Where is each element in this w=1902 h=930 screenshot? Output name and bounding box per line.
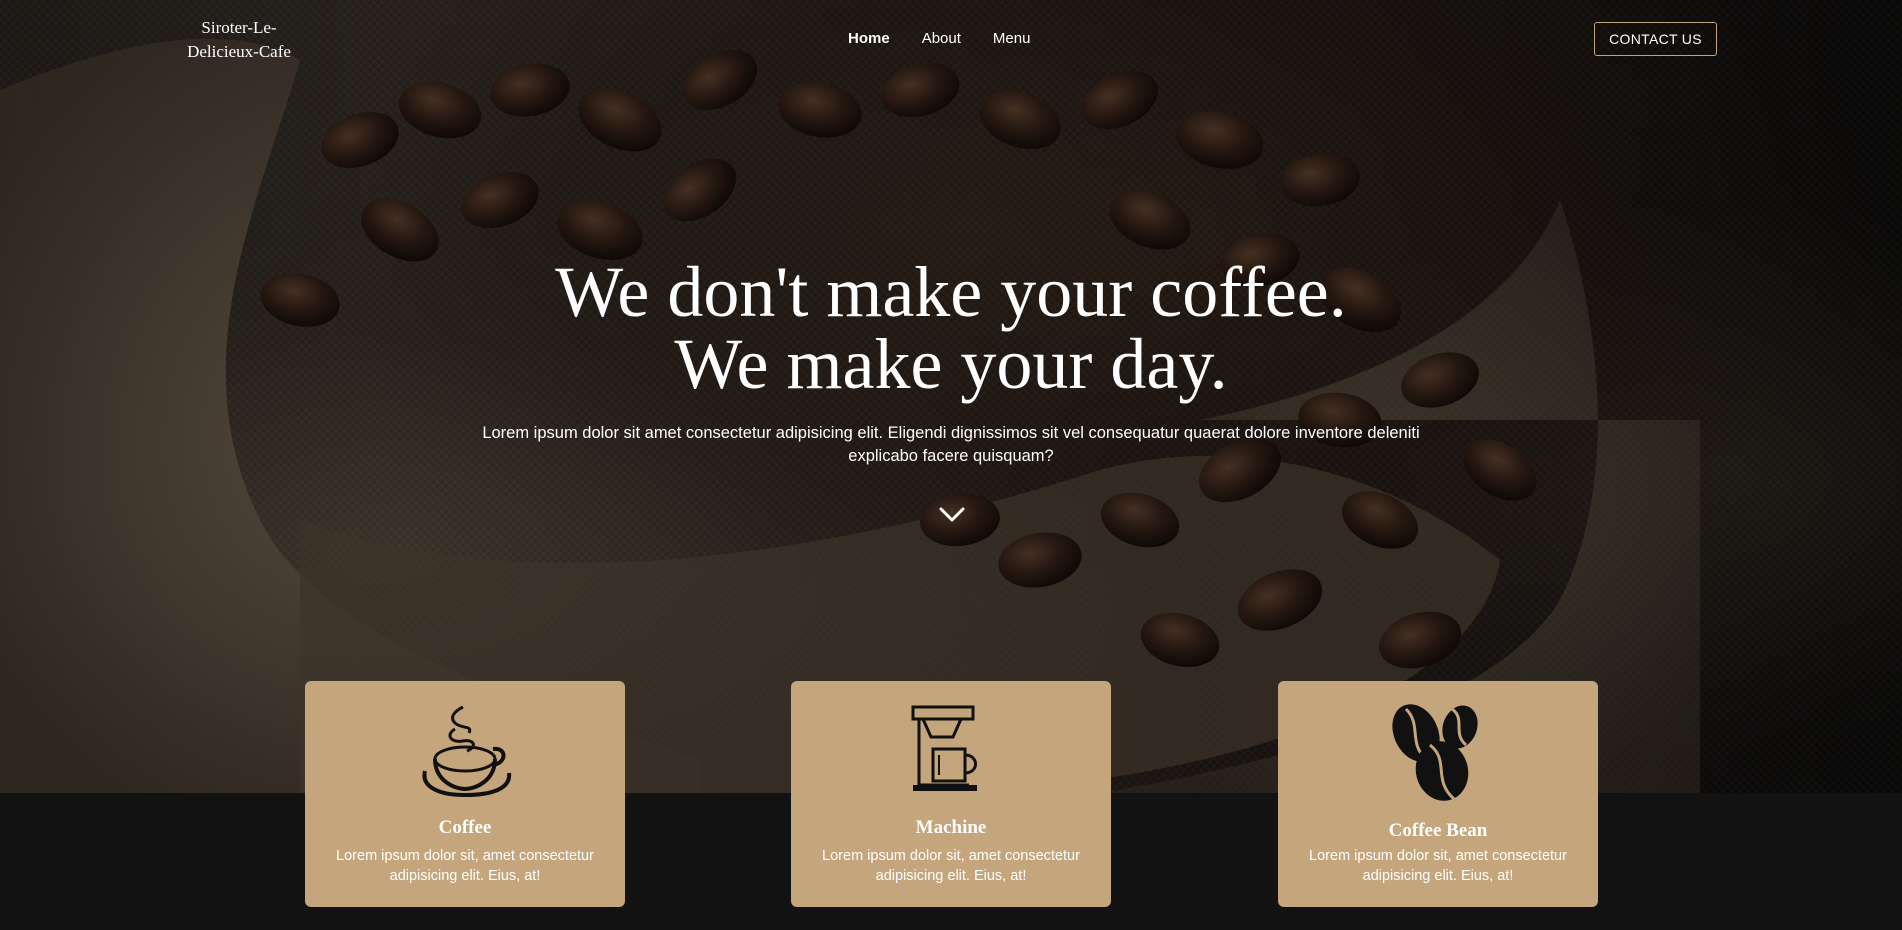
card-description: Lorem ipsum dolor sit, amet consectetur … [1309,848,1567,884]
card-description: Lorem ipsum dolor sit, amet consectetur … [336,848,594,884]
nav-about-link[interactable]: About [922,30,961,47]
hero-headline-line2: We make your day. [674,324,1228,404]
feature-card-machine[interactable]: Machine Lorem ipsum dolor sit, amet cons… [791,681,1111,907]
feature-card-coffee-bean[interactable]: Coffee Bean Lorem ipsum dolor sit, amet … [1278,681,1598,907]
card-title: Machine [915,817,987,838]
nav-home-link[interactable]: Home [848,30,890,47]
chevron-down-icon[interactable] [938,505,966,525]
feature-card-coffee[interactable]: Coffee Lorem ipsum dolor sit, amet conse… [305,681,625,907]
card-title: Coffee Bean [1388,820,1488,841]
hero-headline: We don't make your coffee. We make your … [0,256,1902,400]
card-title: Coffee [438,817,492,838]
hero-headline-line1: We don't make your coffee. [555,252,1347,332]
coffee-machine-icon [911,705,977,791]
coffee-bean-icon [1392,704,1478,801]
nav-menu-link[interactable]: Menu [993,30,1031,47]
coffee-cup-icon [422,705,512,798]
hero-subtitle: Lorem ipsum dolor sit amet consectetur a… [482,424,1420,465]
contact-us-button[interactable]: CONTACT US [1594,22,1717,56]
card-description: Lorem ipsum dolor sit, amet consectetur … [822,848,1080,884]
main-nav: Home About Menu [848,30,1030,47]
site-logo[interactable]: Siroter-Le- Delicieux-Cafe [178,16,300,64]
